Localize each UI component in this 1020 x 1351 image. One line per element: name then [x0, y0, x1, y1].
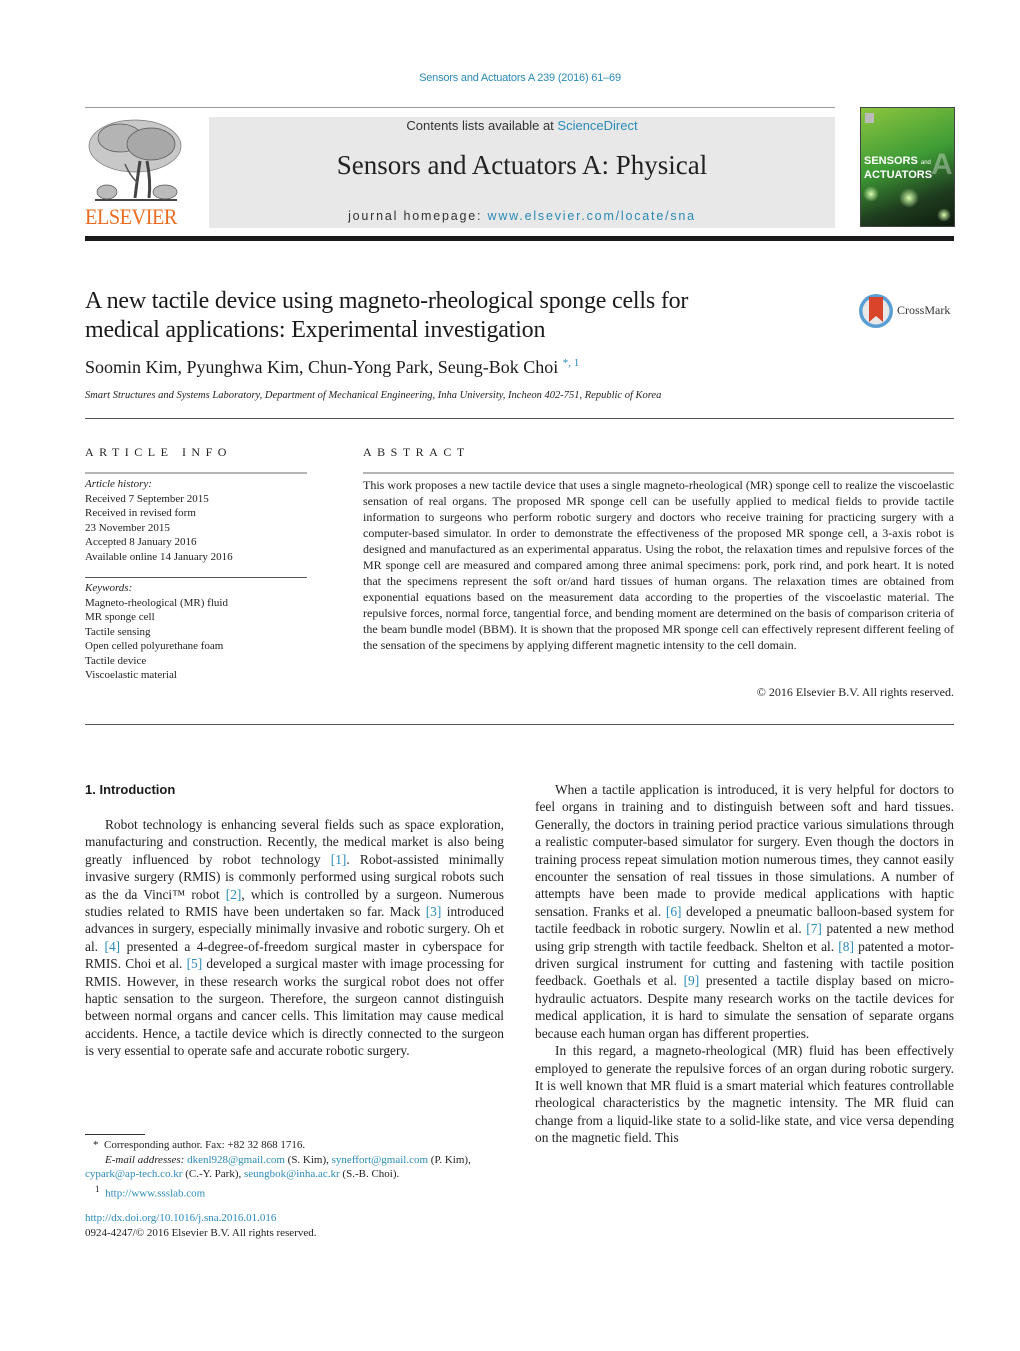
homepage-prefix: journal homepage:: [348, 209, 488, 223]
divider: [85, 724, 954, 725]
body-column-right: When a tactile application is introduced…: [535, 781, 954, 1147]
author-list: Soomin Kim, Pyunghwa Kim, Chun-Yong Park…: [85, 357, 580, 377]
citation-link[interactable]: [4]: [104, 939, 120, 954]
history-label: Article history:: [85, 478, 152, 490]
keyword-item: Tactile device: [85, 654, 147, 667]
email-owner: (P. Kim),: [428, 1153, 471, 1166]
cover-glow: [899, 188, 919, 208]
elsevier-wordmark[interactable]: ELSEVIER: [85, 204, 177, 230]
keywords: Keywords: Magneto-rheological (MR) fluid…: [85, 581, 307, 683]
divider: [85, 418, 954, 419]
article-history: Article history: Received 7 September 20…: [85, 477, 307, 564]
journal-name: Sensors and Actuators A: Physical: [336, 150, 708, 180]
text-run: In this regard, a magneto-rheological (M…: [535, 1043, 954, 1146]
journal-citation-link[interactable]: Sensors and Actuators A 239 (2016) 61–69: [0, 72, 1020, 84]
contents-prefix: Contents lists available at: [406, 118, 558, 133]
divider: [85, 577, 307, 578]
divider: [85, 472, 307, 474]
abstract-copyright: © 2016 Elsevier B.V. All rights reserved…: [756, 685, 954, 699]
email-owner: (S. Kim),: [284, 1153, 332, 1166]
keyword-item: Magneto-rheological (MR) fluid: [85, 596, 228, 609]
paragraph: In this regard, a magneto-rheological (M…: [535, 1042, 954, 1146]
lab-website-link[interactable]: http://www.ssslab.com: [105, 1187, 205, 1199]
sciencedirect-link[interactable]: ScienceDirect: [557, 118, 637, 133]
crossmark-label[interactable]: CrossMark: [897, 303, 950, 318]
history-item: Available online 14 January 2016: [85, 550, 233, 563]
contents-line: Contents lists available at ScienceDirec…: [209, 118, 835, 133]
keywords-label: Keywords:: [85, 582, 133, 594]
citation-link[interactable]: [9]: [684, 973, 700, 988]
citation-link[interactable]: [2]: [226, 887, 242, 902]
section-heading-introduction: 1. Introduction: [85, 782, 176, 797]
citation-link[interactable]: [7]: [806, 921, 822, 936]
history-item: Accepted 8 January 2016: [85, 536, 197, 548]
journal-homepage-link[interactable]: www.elsevier.com/locate/sna: [488, 209, 696, 223]
cover-publisher-icon: [865, 113, 874, 123]
email-link[interactable]: seungbok@inha.ac.kr: [244, 1168, 340, 1180]
header-rule: [85, 107, 835, 108]
email-owner: (C.-Y. Park),: [182, 1168, 244, 1180]
citation-link[interactable]: [6]: [666, 904, 682, 919]
cover-glow: [863, 186, 879, 202]
body-column-left: Robot technology is enhancing several fi…: [85, 816, 504, 1060]
author-footnote-marks[interactable]: *, 1: [563, 357, 580, 369]
email-link[interactable]: cypark@ap-tech.co.kr: [85, 1168, 182, 1180]
doi-block: http://dx.doi.org/10.1016/j.sna.2016.01.…: [85, 1211, 317, 1241]
citation-link[interactable]: [1]: [331, 852, 347, 867]
keyword-item: Viscoelastic material: [85, 669, 177, 681]
article-title: A new tactile device using magneto-rheol…: [85, 288, 689, 343]
paragraph: When a tactile application is introduced…: [535, 781, 954, 1042]
email-link[interactable]: dkenl928@gmail.com: [187, 1154, 285, 1166]
keyword-item: Tactile sensing: [85, 625, 151, 638]
cover-section-letter: A: [931, 148, 953, 181]
email-label: E-mail addresses:: [105, 1153, 185, 1166]
header-thick-rule: [85, 236, 954, 241]
paragraph: Robot technology is enhancing several fi…: [85, 816, 504, 1060]
footnote-1: 1 http://www.ssslab.com: [95, 1183, 206, 1200]
email-owner: (S.-B. Choi).: [339, 1168, 400, 1180]
article-info-heading: ARTICLE INFO: [85, 445, 232, 459]
homepage-line: journal homepage: www.elsevier.com/locat…: [209, 209, 835, 223]
text-run: When a tactile application is introduced…: [535, 782, 954, 919]
affiliation: Smart Structures and Systems Laboratory,…: [85, 390, 662, 401]
footnote-rule: [85, 1134, 145, 1135]
email-addresses: E-mail addresses: dkenl928@gmail.com (S.…: [85, 1153, 510, 1182]
journal-cover-image[interactable]: SENSORS and ACTUATORS A: [860, 107, 955, 227]
cover-glow: [937, 208, 951, 222]
divider: [363, 472, 954, 474]
footnotes: * Corresponding author. Fax: +82 32 868 …: [85, 1138, 510, 1201]
history-item: Received 7 September 2015: [85, 492, 209, 505]
citation-link[interactable]: [8]: [838, 939, 854, 954]
abstract-heading: ABSTRACT: [363, 445, 470, 459]
history-item: 23 November 2015: [85, 521, 170, 534]
corresponding-author-note: * Corresponding author. Fax: +82 32 868 …: [93, 1139, 306, 1151]
issn-copyright: 0924-4247/© 2016 Elsevier B.V. All right…: [85, 1227, 317, 1239]
keyword-item: MR sponge cell: [85, 611, 155, 623]
text-run: developed a surgical master with image p…: [85, 956, 504, 1059]
abstract-text: This work proposes a new tactile device …: [363, 478, 954, 652]
keyword-item: Open celled polyurethane foam: [85, 640, 224, 652]
cover-title: SENSORS and ACTUATORS: [864, 155, 933, 181]
citation-link[interactable]: [3]: [426, 904, 442, 919]
email-link[interactable]: syneffort@gmail.com: [332, 1154, 428, 1166]
history-item: Received in revised form: [85, 507, 196, 519]
doi-link[interactable]: http://dx.doi.org/10.1016/j.sna.2016.01.…: [85, 1211, 317, 1226]
citation-link[interactable]: [5]: [187, 956, 203, 971]
